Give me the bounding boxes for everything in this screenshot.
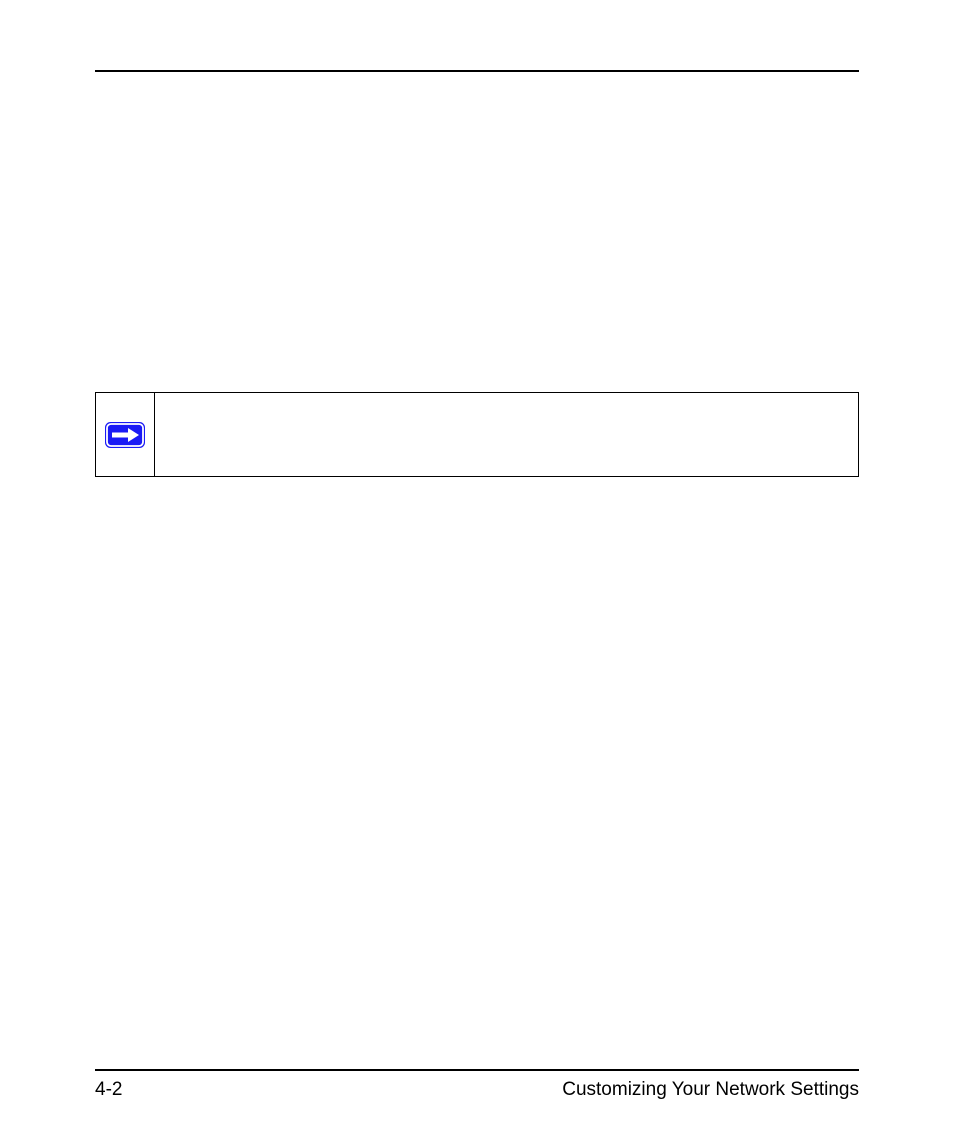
note-text	[155, 393, 858, 476]
footer-row: 4-2 Customizing Your Network Settings	[95, 1079, 859, 1102]
arrow-right-icon	[104, 421, 146, 449]
section-title: Customizing Your Network Settings	[562, 1079, 859, 1102]
note-icon-cell	[96, 393, 155, 476]
header-rule	[95, 70, 859, 72]
note-box	[95, 392, 859, 477]
footer-rule	[95, 1069, 859, 1071]
page-number: 4-2	[95, 1079, 122, 1102]
